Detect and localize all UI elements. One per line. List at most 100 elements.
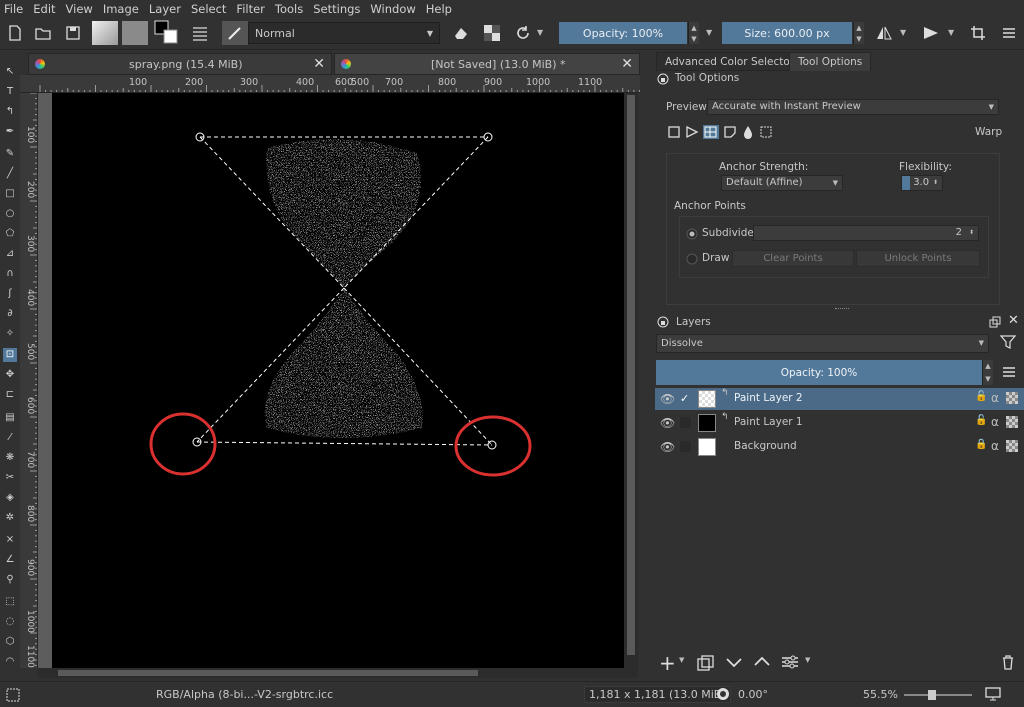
chevron-down-icon[interactable]: ▼ — [900, 28, 906, 37]
warp-mode-icon[interactable] — [703, 125, 719, 139]
layer-blend-mode-select[interactable]: Dissolve ▼ — [656, 334, 989, 353]
add-layer-icon[interactable]: + — [659, 651, 676, 675]
edit-shapes-tool-icon[interactable]: ↰ — [3, 105, 17, 119]
eye-icon[interactable]: 👁 — [660, 392, 675, 406]
mirror-horizontal-icon[interactable] — [873, 22, 895, 44]
close-icon[interactable]: ✕ — [1008, 313, 1019, 328]
menu-settings[interactable]: Settings — [313, 2, 360, 16]
rotation-icon[interactable] — [716, 687, 730, 701]
opacity-slider[interactable]: Opacity: 100% — [559, 22, 687, 44]
text-tool-icon[interactable]: T — [3, 85, 17, 99]
move-layer-up-icon[interactable] — [753, 655, 771, 667]
zoom-slider-handle[interactable] — [928, 690, 936, 700]
lock-icon[interactable] — [657, 73, 669, 85]
ellipse-tool-icon[interactable]: ○ — [3, 207, 17, 221]
chevron-down-icon[interactable]: ▼ — [805, 656, 810, 664]
transform-tool-icon[interactable]: ⊡ — [3, 348, 17, 362]
checkmark-icon[interactable]: ✓ — [680, 392, 689, 405]
assistant-tool-icon[interactable]: ⨯ — [3, 533, 17, 547]
image-canvas[interactable] — [52, 93, 624, 668]
duplicate-layer-icon[interactable] — [697, 655, 715, 671]
menu-image[interactable]: Image — [103, 2, 139, 16]
horizontal-scrollbar[interactable] — [38, 668, 638, 678]
polyline-tool-icon[interactable]: ⊿ — [3, 247, 17, 261]
brush-tool-icon[interactable]: ✎ — [3, 147, 17, 161]
blend-mode-select[interactable]: Normal ▼ — [248, 22, 440, 44]
smart-patch-tool-icon[interactable]: ✂ — [3, 471, 17, 485]
menu-filter[interactable]: Filter — [236, 2, 264, 16]
freehand-select-tool-icon[interactable]: ◠ — [3, 655, 17, 669]
menu-help[interactable]: Help — [426, 2, 452, 16]
size-slider[interactable]: Size: 600.00 px — [722, 22, 852, 44]
scroll-thumb[interactable] — [627, 95, 635, 655]
opacity-spin[interactable]: ▲ ▼ — [688, 22, 699, 44]
perspective-icon[interactable] — [685, 125, 699, 139]
alpha-lock-icon[interactable]: α — [991, 415, 999, 429]
reload-preset-icon[interactable] — [512, 22, 534, 44]
hamburger-menu-icon[interactable] — [998, 22, 1020, 44]
brush-preset-icon[interactable] — [222, 21, 248, 45]
open-document-icon[interactable] — [32, 22, 54, 44]
delete-layer-icon[interactable] — [1001, 654, 1015, 670]
chevron-down-icon[interactable]: ▼ — [679, 656, 684, 664]
move-layer-down-icon[interactable] — [725, 657, 743, 669]
gradient-tool-icon[interactable]: ▤ — [3, 411, 17, 425]
polygon-select-tool-icon[interactable]: ⬡ — [3, 635, 17, 649]
enclose-fill-tool-icon[interactable]: ✲ — [3, 511, 17, 525]
new-document-icon[interactable] — [4, 22, 26, 44]
menu-file[interactable]: File — [4, 2, 23, 16]
calligraphy-tool-icon[interactable]: ✒ — [3, 125, 17, 139]
chevron-down-icon[interactable]: ▼ — [948, 28, 954, 37]
color-picker-tool-icon[interactable]: ⁄ — [3, 431, 17, 445]
filter-icon[interactable] — [1000, 334, 1016, 350]
eye-icon[interactable]: 👁 — [660, 416, 675, 430]
draw-radio[interactable] — [686, 253, 698, 265]
chevron-down-icon[interactable]: ▼ — [706, 28, 712, 37]
cage-icon[interactable] — [723, 125, 737, 139]
subdivide-radio[interactable] — [686, 228, 698, 240]
menu-layer[interactable]: Layer — [149, 2, 181, 16]
polygon-tool-icon[interactable]: ⬠ — [3, 227, 17, 241]
checkbox[interactable] — [680, 441, 691, 452]
line-tool-icon[interactable]: ╱ — [3, 167, 17, 181]
layer-row[interactable]: 👁 ↰ Paint Layer 1 🔓 α — [655, 412, 1024, 434]
hamburger-menu-icon[interactable] — [1002, 366, 1016, 378]
layer-properties-icon[interactable] — [781, 655, 799, 669]
inherit-alpha-icon[interactable] — [1006, 416, 1018, 428]
dynamic-brush-tool-icon[interactable]: ∂ — [3, 307, 17, 321]
chevron-down-icon[interactable]: ▼ — [537, 28, 543, 37]
pattern-preset-icon[interactable] — [122, 21, 148, 45]
inherit-alpha-icon[interactable] — [1006, 392, 1018, 404]
layer-row[interactable]: 👁 ✓ ↰ Paint Layer 2 🔓 α — [655, 388, 1024, 410]
eraser-icon[interactable] — [449, 22, 471, 44]
ellipse-select-tool-icon[interactable]: ◌ — [3, 615, 17, 629]
select-shapes-tool-icon[interactable]: ↖ — [3, 65, 17, 79]
preview-select[interactable]: Accurate with Instant Preview ▼ — [707, 99, 999, 115]
crop-tool-icon[interactable]: ⊏ — [3, 388, 17, 402]
zoom-slider[interactable] — [904, 690, 972, 700]
float-docker-icon[interactable] — [989, 316, 1001, 328]
alpha-lock-icon[interactable] — [481, 22, 503, 44]
lock-icon[interactable] — [657, 316, 669, 328]
flexibility-spinbox[interactable]: 3.0 ⬍ — [901, 175, 943, 191]
rect-select-tool-icon[interactable]: ⬚ — [3, 595, 17, 609]
anchor-strength-select[interactable]: Default (Affine) ▼ — [721, 175, 843, 191]
subdivide-spinbox[interactable]: 2 ⬍ — [753, 225, 979, 241]
fit-to-screen-icon[interactable] — [985, 687, 1001, 701]
inherit-alpha-icon[interactable] — [1006, 440, 1018, 452]
layer-opacity-spin[interactable]: ▲ ▼ — [982, 360, 993, 385]
bezier-tool-icon[interactable]: ∩ — [3, 267, 17, 281]
unlock-points-button[interactable]: Unlock Points — [856, 250, 980, 267]
menu-view[interactable]: View — [66, 2, 93, 16]
eye-icon[interactable]: 👁 — [660, 440, 675, 454]
menu-window[interactable]: Window — [370, 2, 415, 16]
measure-tool-icon[interactable]: ∠ — [3, 553, 17, 567]
vertical-scrollbar[interactable] — [624, 93, 638, 668]
liquify-icon[interactable] — [741, 125, 755, 139]
menu-select[interactable]: Select — [191, 2, 226, 16]
tab-spray[interactable]: spray.png (15.4 MiB) ✕ — [28, 53, 332, 75]
fill-tool-icon[interactable]: ◈ — [3, 491, 17, 505]
crop-icon[interactable] — [967, 22, 989, 44]
close-icon[interactable]: ✕ — [621, 56, 633, 72]
alpha-lock-icon[interactable]: α — [991, 439, 999, 453]
